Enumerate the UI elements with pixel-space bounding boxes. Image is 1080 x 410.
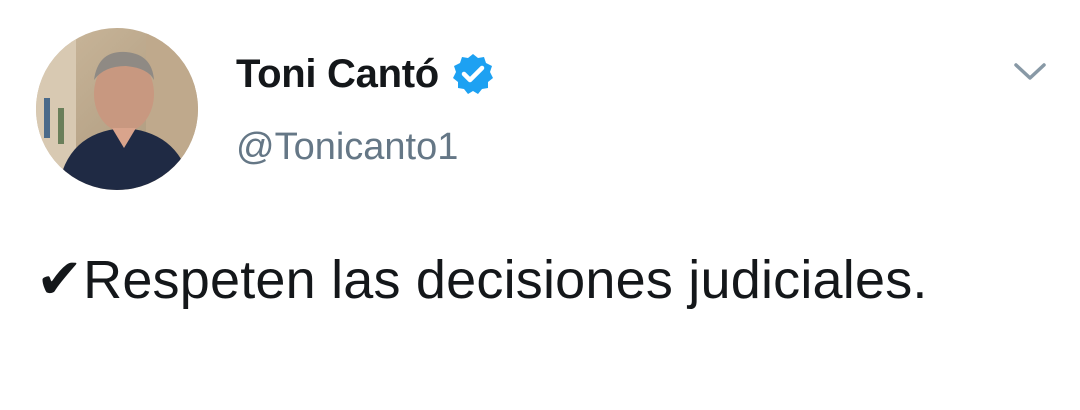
author-handle[interactable]: @Tonicanto1 <box>236 126 495 169</box>
verified-badge-icon <box>451 52 495 96</box>
tweet-text: ✔Respeten las decisiones judiciales. <box>36 240 1036 320</box>
author-block: Toni Cantó @Tonicanto1 <box>236 48 495 169</box>
chevron-down-icon[interactable] <box>1010 56 1050 86</box>
avatar-photo <box>36 28 198 190</box>
tweet-body: Respeten las decisiones judiciales. <box>83 250 928 310</box>
heavy-check-mark-icon: ✔ <box>36 247 84 312</box>
tweet-card[interactable]: Toni Cantó @Tonicanto1 ✔Respeten las dec… <box>0 0 1080 410</box>
avatar[interactable] <box>36 28 198 190</box>
name-row: Toni Cantó <box>236 48 495 100</box>
author-name[interactable]: Toni Cantó <box>236 52 439 97</box>
